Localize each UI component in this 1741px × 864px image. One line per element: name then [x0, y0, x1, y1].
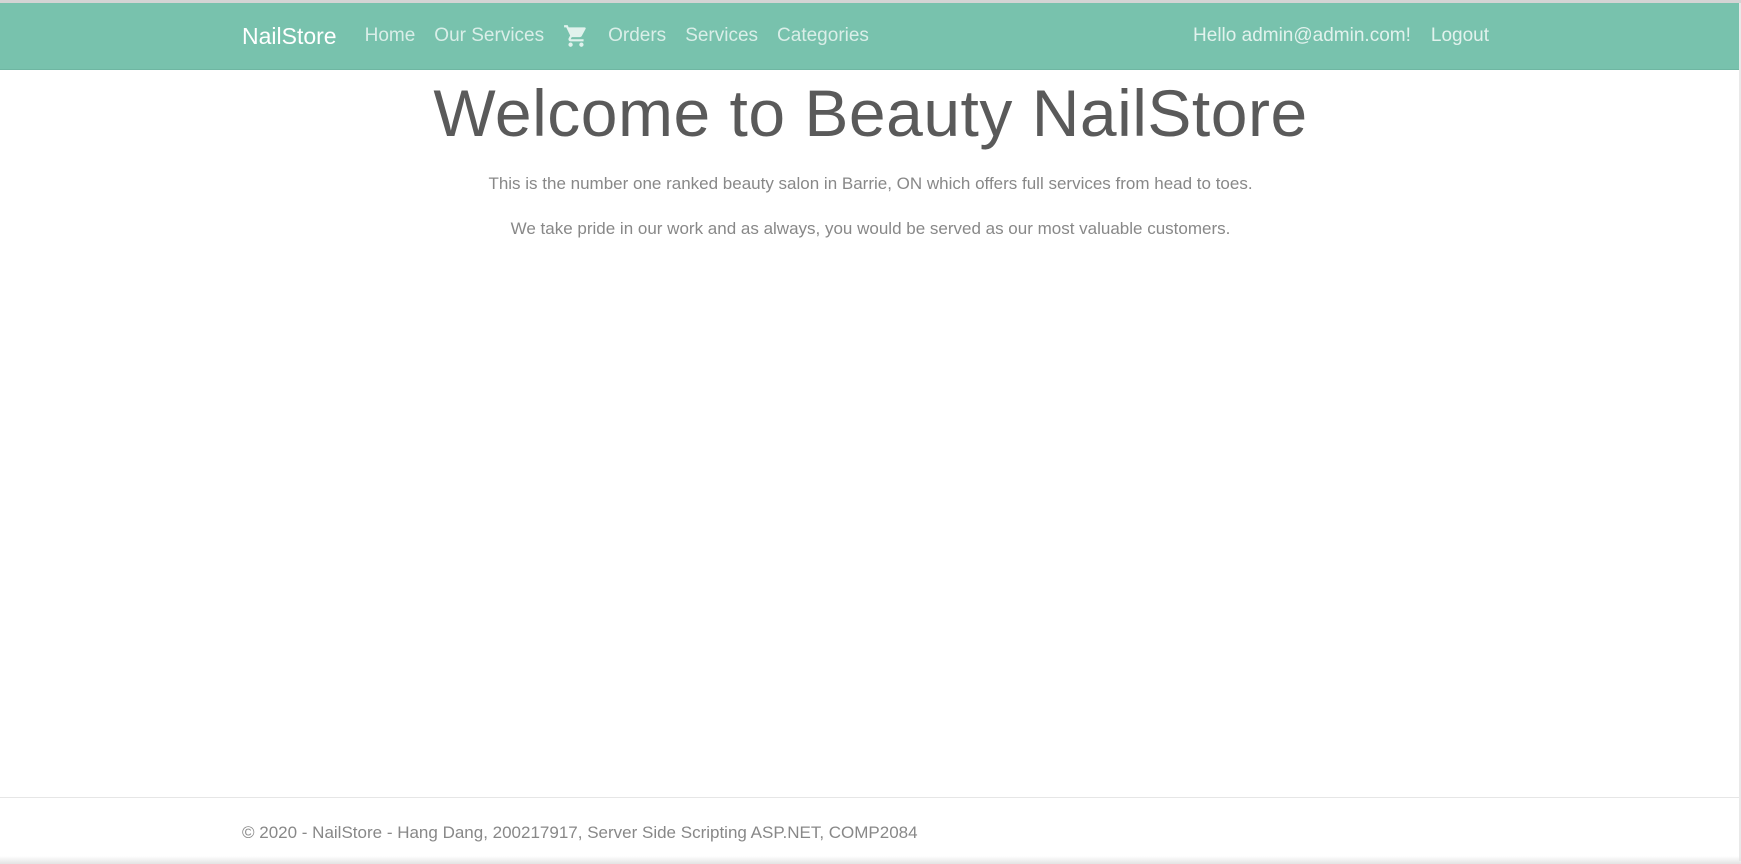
- brand-link[interactable]: NailStore: [242, 23, 337, 50]
- nav-link-cart[interactable]: [563, 23, 589, 49]
- nav-link-services[interactable]: Services: [685, 25, 758, 47]
- nav-link-home[interactable]: Home: [365, 25, 416, 47]
- navbar: NailStore Home Our Services Orders Servi…: [0, 3, 1741, 70]
- nav-link-our-services[interactable]: Our Services: [434, 25, 544, 47]
- main-content: Welcome to Beauty NailStore This is the …: [0, 70, 1741, 241]
- user-greeting-link[interactable]: Hello admin@admin.com!: [1193, 25, 1411, 47]
- logout-button[interactable]: Logout: [1431, 25, 1489, 47]
- footer-copyright: © 2020 - NailStore - Hang Dang, 20021791…: [242, 823, 918, 842]
- footer: © 2020 - NailStore - Hang Dang, 20021791…: [0, 797, 1741, 864]
- nav-link-categories[interactable]: Categories: [777, 25, 869, 47]
- shopping-cart-icon: [564, 25, 586, 47]
- nav-link-orders[interactable]: Orders: [608, 25, 666, 47]
- page-title: Welcome to Beauty NailStore: [433, 76, 1308, 150]
- page: NailStore Home Our Services Orders Servi…: [0, 0, 1741, 864]
- nav-links: Home Our Services Orders Services Catego…: [365, 23, 888, 49]
- navbar-container: NailStore Home Our Services Orders Servi…: [242, 3, 1489, 69]
- nav-user-area: Hello admin@admin.com! Logout: [1193, 25, 1489, 47]
- intro-paragraph: This is the number one ranked beauty sal…: [488, 174, 1253, 193]
- window-bottom-edge: [0, 856, 1741, 864]
- pride-paragraph: We take pride in our work and as always,…: [510, 219, 1231, 238]
